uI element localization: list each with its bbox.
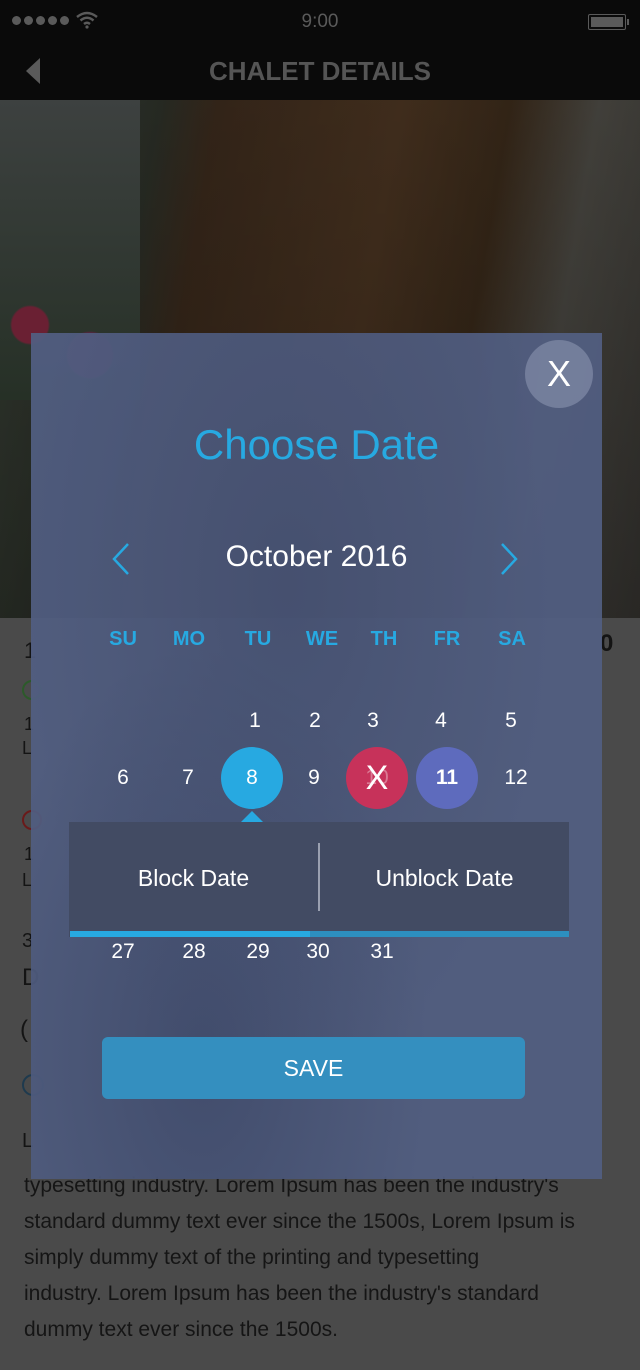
modal-title: Choose Date [193,421,440,468]
weekday-label: SU [109,628,137,650]
next-month-button[interactable] [499,542,519,585]
weekday-label: SA [498,628,526,650]
weekday-label: FR [433,628,461,650]
chevron-right-icon [501,543,518,575]
partial-text: ( [20,1016,28,1043]
calendar-day-blocked[interactable]: 10 X [346,747,408,809]
save-button[interactable]: SAVE [102,1037,525,1099]
tab-indicator-track [70,931,569,937]
battery-icon [588,14,629,30]
calendar-day[interactable]: 5 [480,690,542,752]
calendar-day[interactable]: 2 [284,690,346,752]
partial-text: 0 [600,630,614,657]
description-line: simply dummy text of the printing and ty… [24,1246,480,1269]
page-title: CHALET DETAILS [209,56,431,86]
popover-pointer-icon [241,811,263,822]
calendar-day-selected[interactable]: 8 [221,747,283,809]
description-text: typesetting industry. Lorem Ipsum has be… [24,1168,616,1348]
block-date-button[interactable]: Block Date [69,822,318,934]
weekday-label: TU [244,628,272,650]
blocked-x-icon: X [365,759,389,797]
calendar-day[interactable]: 4 [410,690,472,752]
calendar-day[interactable]: 6 [92,747,154,809]
choose-date-modal: X Choose Date October 2016 SU MO TU WE T… [31,333,602,1179]
status-bar: 9:00 [0,0,640,44]
nav-bar: CHALET DETAILS [0,44,640,100]
calendar-day-unblocked[interactable]: 11 [416,747,478,809]
weekday-label: MO [172,628,206,650]
tab-indicator-active [70,931,310,937]
month-navigator: October 2016 [31,536,602,580]
calendar-day[interactable]: 7 [157,747,219,809]
date-action-popover: Block Date Unblock Date [69,822,569,937]
description-line: standard dummy text ever since the 1500s… [24,1210,575,1233]
calendar-day[interactable]: 1 [224,690,286,752]
description-line: dummy text ever since the 1500s. [24,1318,338,1341]
weekday-label: WE [305,628,339,650]
weekday-label: TH [370,628,398,650]
status-time: 9:00 [301,11,339,32]
description-line: industry. Lorem Ipsum has been the indus… [24,1282,539,1305]
calendar-day[interactable]: 3 [342,690,404,752]
calendar-day[interactable]: 12 [485,747,547,809]
calendar-day[interactable]: 9 [283,747,345,809]
close-button[interactable]: X [525,340,593,408]
unblock-date-button[interactable]: Unblock Date [320,822,569,934]
